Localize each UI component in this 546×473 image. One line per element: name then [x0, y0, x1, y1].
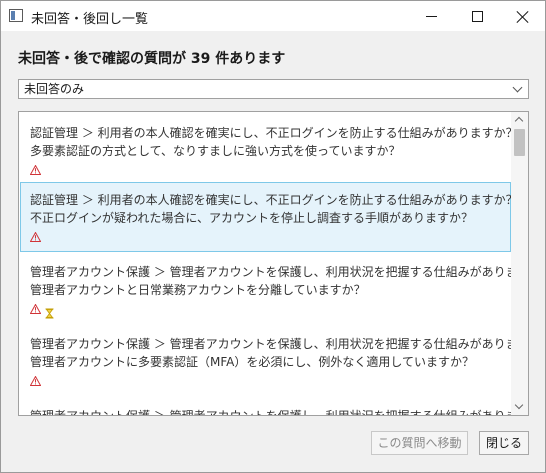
item-category-path: 認証管理 ＞ 利用者の本人確認を確実にし、不正ログインを防止する仕組みがあります… — [30, 193, 518, 207]
list-scrollbar[interactable] — [511, 112, 528, 415]
warning-icon — [30, 376, 41, 386]
warning-icon — [30, 304, 41, 314]
window-title: 未回答・後回し一覧 — [31, 12, 149, 27]
maximize-button[interactable] — [454, 1, 500, 31]
minimize-button[interactable] — [408, 1, 454, 31]
item-question: 多要素認証の方式として、なりすましに強い方式を使っていますか？ — [30, 144, 401, 158]
filter-dropdown[interactable]: 未回答のみ — [18, 79, 529, 99]
app-window-icon — [9, 9, 23, 22]
item-category-path: 認証管理 ＞ 利用者の本人確認を確実にし、不正ログインを防止する仕組みがあります… — [30, 126, 518, 140]
close-window-button[interactable] — [499, 1, 545, 31]
filter-selected-value: 未回答のみ — [24, 82, 85, 96]
item-question: 管理者アカウントに多要素認証（MFA）を必須にし、例外なく適用していますか？ — [30, 355, 475, 369]
close-icon — [516, 10, 529, 23]
scrollbar-thumb[interactable] — [514, 129, 525, 156]
item-category-path: 管理者アカウント保護 ＞ 管理者アカウントを保護し、利用状況を把握する仕組みがあ… — [30, 265, 529, 279]
warning-icon — [30, 165, 41, 175]
item-question: 管理者アカウントと日常業務アカウントを分離していますか？ — [30, 283, 366, 297]
scroll-up-icon[interactable] — [514, 116, 524, 126]
hourglass-icon — [45, 304, 54, 319]
scroll-down-icon[interactable] — [514, 400, 524, 410]
item-category-path: 管理者アカウント保護 ＞ 管理者アカウントを保護し、利用状況を把握する仕組みがあ… — [30, 409, 529, 416]
dialog-window: 未回答・後回し一覧 未回答・後で確認の質問が 39 件あります 未回答のみ 認証… — [0, 0, 546, 473]
list-item[interactable]: 認証管理 ＞ 利用者の本人確認を確実にし、不正ログインを防止する仕組みがあります… — [20, 115, 518, 185]
chevron-down-icon — [512, 82, 523, 93]
list-item[interactable]: 管理者アカウント保護 ＞ 管理者アカウントを保護し、利用状況を把握する仕組みがあ… — [20, 254, 529, 324]
item-question: 不正ログインが疑われた場合に、アカウントを停止し調査する手順がありますか？ — [30, 211, 474, 225]
item-category-path: 管理者アカウント保護 ＞ 管理者アカウントを保護し、利用状況を把握する仕組みがあ… — [30, 337, 529, 351]
list-item[interactable]: 管理者アカウント保護 ＞ 管理者アカウントを保護し、利用状況を把握する仕組みがあ… — [20, 398, 529, 416]
warning-icon — [30, 232, 41, 242]
close-button[interactable]: 閉じる — [479, 431, 529, 455]
summary-heading: 未回答・後で確認の質問が 39 件あります — [18, 51, 286, 67]
list-item[interactable]: 管理者アカウント保護 ＞ 管理者アカウントを保護し、利用状況を把握する仕組みがあ… — [20, 326, 529, 396]
list-item-selected[interactable]: 認証管理 ＞ 利用者の本人確認を確実にし、不正ログインを防止する仕組みがあります… — [20, 182, 518, 252]
title-bar[interactable]: 未回答・後回し一覧 — [1, 1, 545, 31]
question-list[interactable]: 認証管理 ＞ 利用者の本人確認を確実にし、不正ログインを防止する仕組みがあります… — [18, 111, 529, 416]
minimize-icon — [425, 15, 437, 17]
go-to-question-button[interactable]: この質問へ移動 — [371, 431, 468, 455]
maximize-icon — [471, 10, 483, 22]
